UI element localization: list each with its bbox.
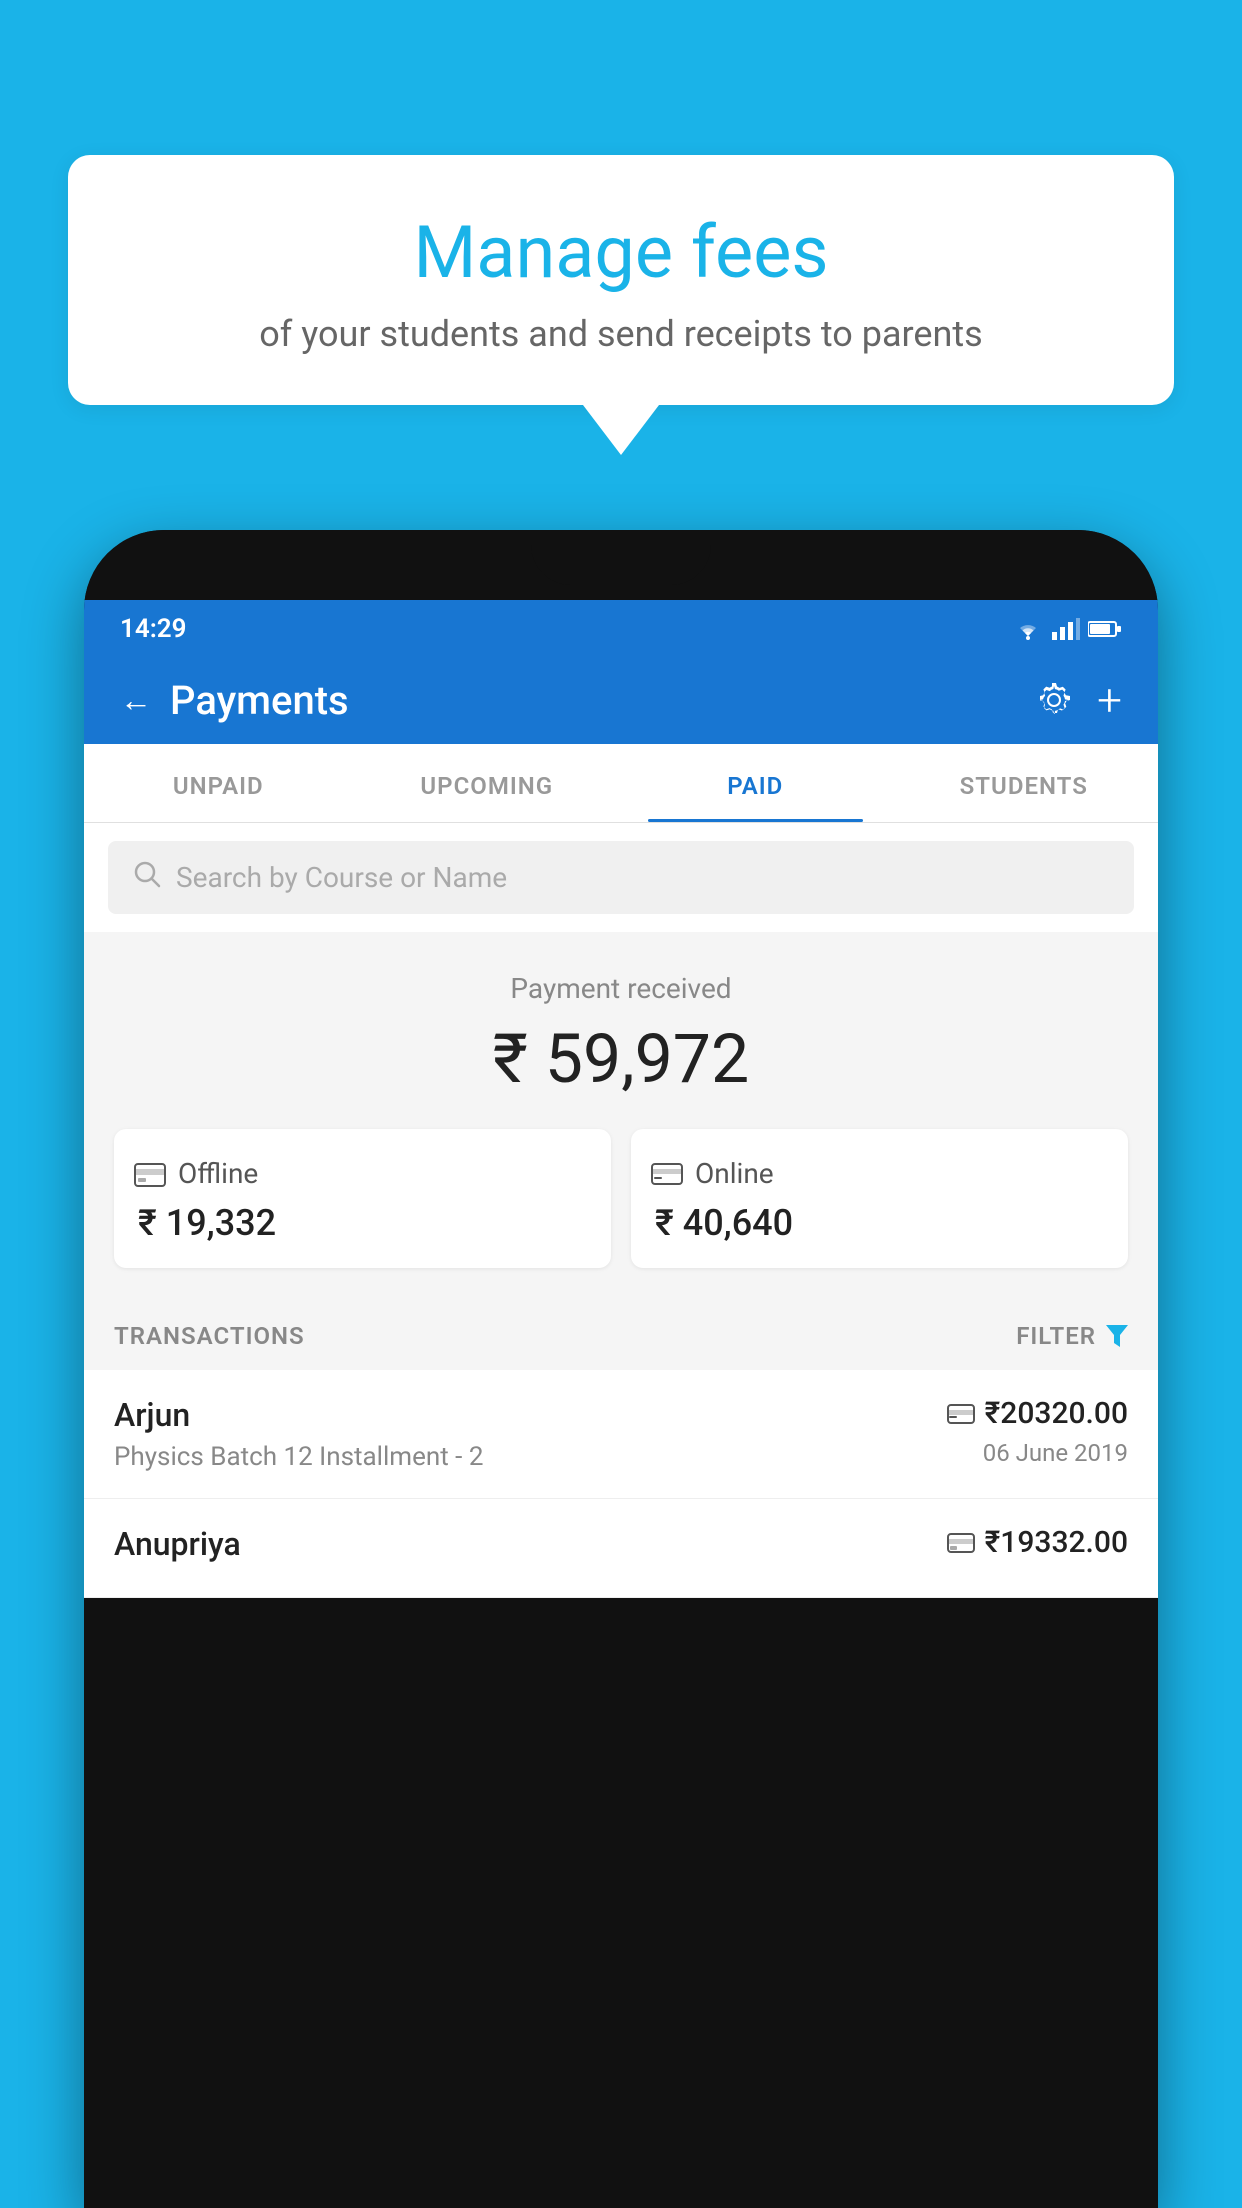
transactions-label: TRANSACTIONS: [114, 1322, 305, 1350]
transaction-info-anupriya: Anupriya: [114, 1525, 947, 1571]
phone-frame: 14:29: [84, 530, 1158, 2208]
phone-notch-area: [84, 530, 1158, 600]
add-button[interactable]: +: [1097, 674, 1122, 726]
tab-unpaid[interactable]: UNPAID: [84, 744, 353, 822]
speech-bubble: Manage fees of your students and send re…: [68, 155, 1174, 405]
app-header: ← Payments +: [84, 656, 1158, 744]
transaction-course-arjun: Physics Batch 12 Installment - 2: [114, 1442, 947, 1472]
tab-students[interactable]: STUDENTS: [890, 744, 1159, 822]
transaction-amount-row-anupriya: ₹19332.00: [947, 1525, 1128, 1560]
back-button[interactable]: ←: [120, 681, 152, 719]
offline-card-header: Offline: [134, 1157, 591, 1190]
online-payment-card: Online ₹ 40,640: [631, 1129, 1128, 1268]
wifi-icon: [1012, 618, 1044, 640]
transaction-row[interactable]: Anupriya ₹19332.00: [84, 1499, 1158, 1598]
speech-bubble-pointer: [583, 405, 659, 455]
search-bar[interactable]: Search by Course or Name: [108, 841, 1134, 914]
online-amount: ₹ 40,640: [651, 1202, 1108, 1244]
online-label: Online: [695, 1157, 774, 1190]
status-bar-time: 14:29: [120, 614, 187, 644]
tab-upcoming[interactable]: UPCOMING: [353, 744, 622, 822]
transaction-row[interactable]: Arjun Physics Batch 12 Installment - 2 ₹…: [84, 1370, 1158, 1499]
transactions-header: TRANSACTIONS FILTER: [84, 1298, 1158, 1370]
status-bar: 14:29: [84, 600, 1158, 656]
transaction-amount-anupriya: ₹19332.00: [985, 1525, 1128, 1560]
speech-bubble-container: Manage fees of your students and send re…: [68, 155, 1174, 455]
search-bar-container: Search by Course or Name: [84, 823, 1158, 932]
card-payment-icon-arjun: [947, 1403, 975, 1425]
payment-summary: Payment received ₹ 59,972 Offline: [84, 932, 1158, 1298]
transaction-name-arjun: Arjun: [114, 1396, 947, 1434]
transaction-date-arjun: 06 June 2019: [947, 1439, 1128, 1467]
filter-button[interactable]: FILTER: [1016, 1322, 1128, 1350]
battery-icon: [1088, 620, 1122, 638]
speech-bubble-subtitle: of your students and send receipts to pa…: [128, 313, 1114, 355]
transaction-amount-arjun: ₹20320.00: [985, 1396, 1128, 1431]
offline-payment-card: Offline ₹ 19,332: [114, 1129, 611, 1268]
signal-icon: [1052, 618, 1080, 640]
transaction-amount-row-arjun: ₹20320.00: [947, 1396, 1128, 1431]
filter-label: FILTER: [1016, 1322, 1096, 1350]
app-header-title: Payments: [170, 677, 349, 724]
speech-bubble-title: Manage fees: [128, 210, 1114, 295]
search-placeholder-text: Search by Course or Name: [176, 861, 507, 894]
online-payment-icon: [651, 1162, 683, 1186]
offline-payment-icon: [134, 1160, 166, 1188]
transaction-info-arjun: Arjun Physics Batch 12 Installment - 2: [114, 1396, 947, 1472]
payment-cards: Offline ₹ 19,332 Online: [114, 1129, 1128, 1268]
status-icons: [1012, 618, 1122, 640]
payment-total-amount: ₹ 59,972: [114, 1019, 1128, 1099]
search-icon: [132, 859, 162, 896]
transaction-amount-info-arjun: ₹20320.00 06 June 2019: [947, 1396, 1128, 1467]
offline-payment-icon-anupriya: [947, 1532, 975, 1554]
app-content: Search by Course or Name Payment receive…: [84, 823, 1158, 1598]
app-header-left: ← Payments: [120, 677, 349, 724]
offline-amount: ₹ 19,332: [134, 1202, 591, 1244]
transaction-name-anupriya: Anupriya: [114, 1525, 947, 1563]
transaction-amount-info-anupriya: ₹19332.00: [947, 1525, 1128, 1568]
app-header-right: +: [1035, 674, 1122, 726]
tabs-bar: UNPAID UPCOMING PAID STUDENTS: [84, 744, 1158, 823]
online-card-header: Online: [651, 1157, 1108, 1190]
offline-label: Offline: [178, 1157, 258, 1190]
payment-received-label: Payment received: [114, 972, 1128, 1005]
gear-icon[interactable]: [1035, 681, 1073, 719]
filter-icon: [1106, 1325, 1128, 1347]
tab-paid[interactable]: PAID: [621, 744, 890, 822]
